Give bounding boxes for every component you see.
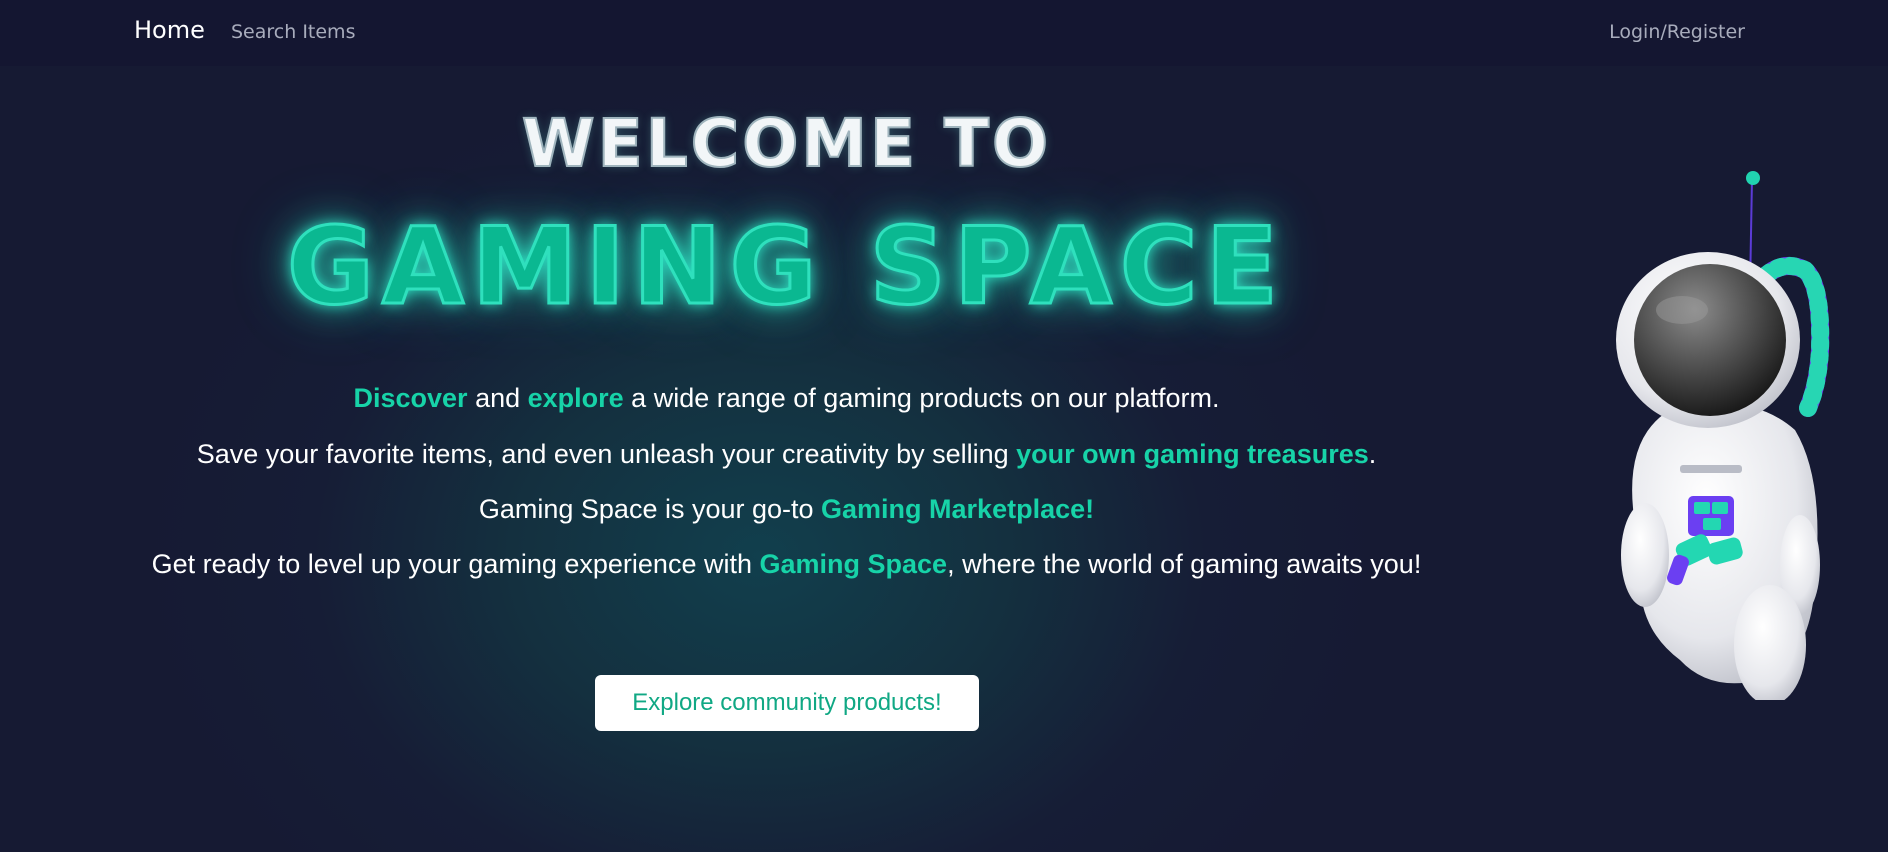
astronaut-illustration: [1616, 171, 1830, 700]
nav-home-link[interactable]: Home: [134, 16, 205, 44]
explore-community-products-button[interactable]: Explore community products!: [595, 675, 979, 731]
top-navbar: Home Search Items Login/Register: [0, 0, 1888, 66]
highlight-gaming-space: Gaming Space: [759, 549, 948, 579]
description-text: Save your favorite items, and even unlea…: [196, 439, 1017, 469]
highlight-own-treasures: your own gaming treasures: [1016, 439, 1369, 469]
gaming-space-title: GAMING SPACE: [285, 204, 1287, 330]
welcome-heading: WELCOME TO: [521, 104, 1052, 183]
description-text: .: [1368, 439, 1377, 469]
description-text: , where the world of gaming awaits you!: [947, 549, 1422, 579]
description-line-1: Discover and explore a wide range of gam…: [0, 383, 1573, 414]
description-line-4: Get ready to level up your gaming experi…: [0, 549, 1573, 580]
nav-search-items-link[interactable]: Search Items: [231, 21, 355, 43]
highlight-gaming-marketplace: Gaming Marketplace!: [821, 494, 1095, 524]
description-text: Get ready to level up your gaming experi…: [151, 549, 760, 579]
highlight-explore: explore: [527, 383, 624, 413]
highlight-discover: Discover: [353, 383, 468, 413]
description-text: a wide range of gaming products on our p…: [623, 383, 1220, 413]
description-line-2: Save your favorite items, and even unlea…: [0, 439, 1573, 470]
nav-login-register-link[interactable]: Login/Register: [1609, 21, 1745, 43]
description-line-3: Gaming Space is your go-to Gaming Market…: [0, 494, 1573, 525]
description-text: Gaming Space is your go-to: [478, 494, 822, 524]
description-text: and: [467, 383, 528, 413]
